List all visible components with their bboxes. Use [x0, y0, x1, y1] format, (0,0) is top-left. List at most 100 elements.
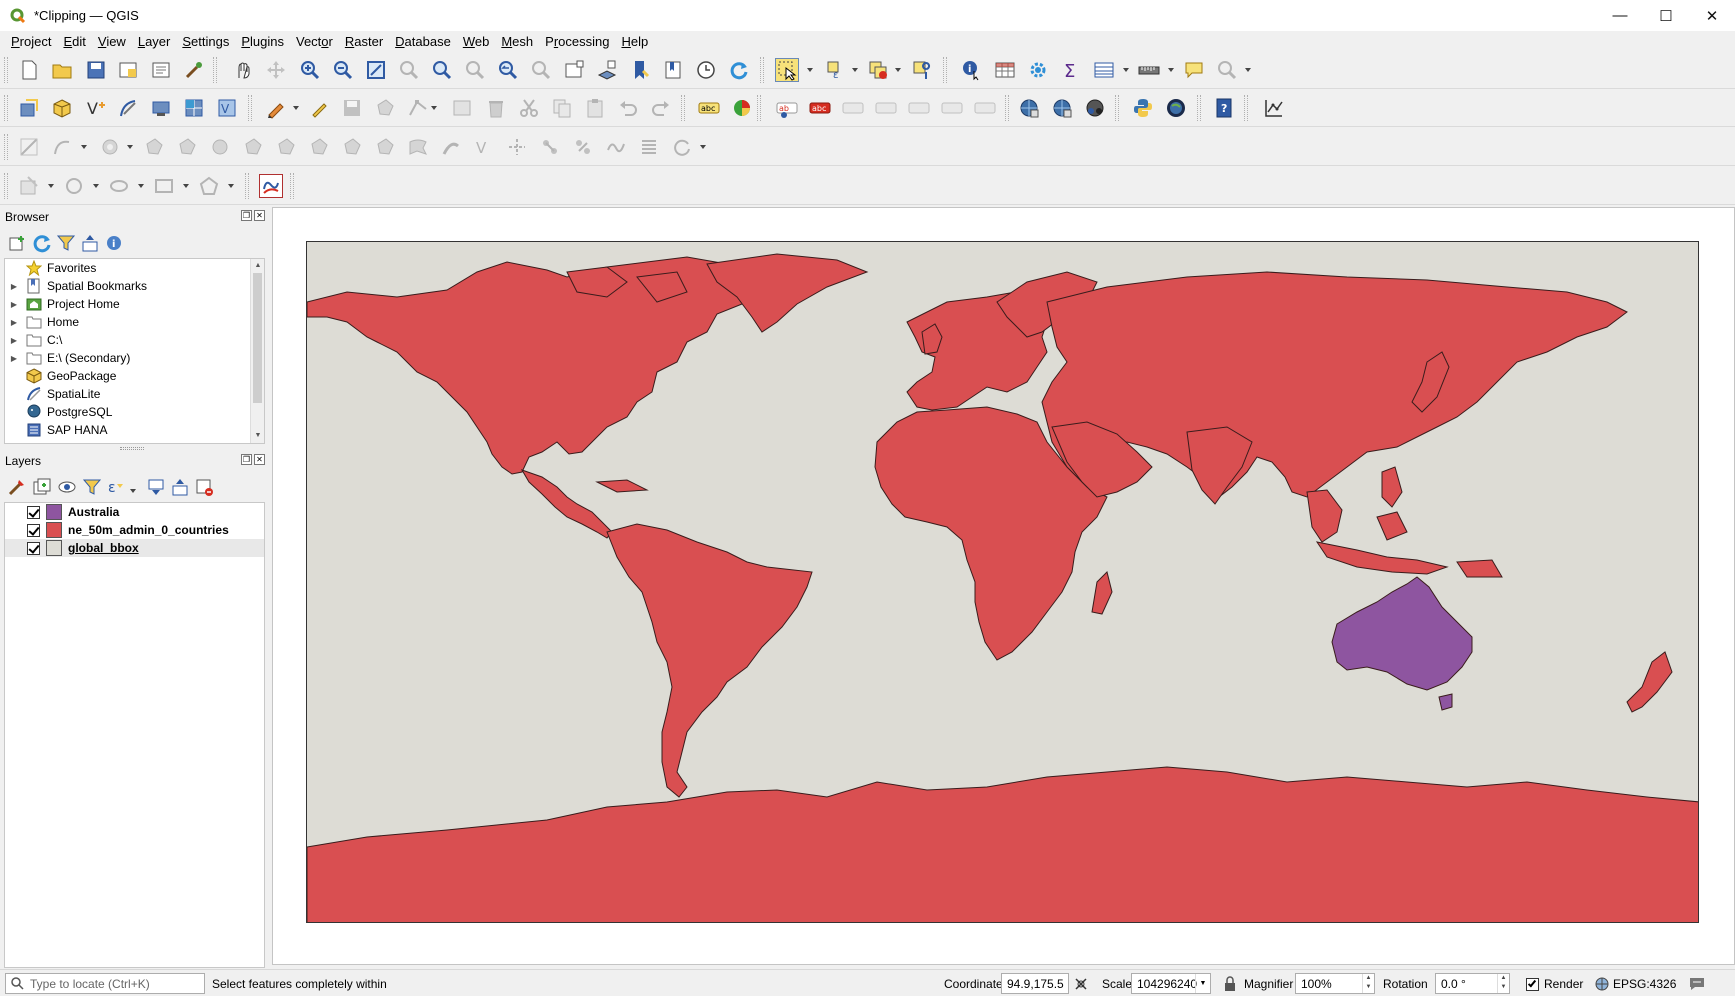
lock-scale-icon[interactable] — [1223, 975, 1237, 993]
add-selected-layers-icon[interactable] — [5, 231, 29, 255]
layer-visibility-checkbox[interactable] — [27, 541, 40, 555]
zoom-last-icon[interactable] — [496, 58, 520, 82]
layer-item-australia[interactable]: Australia — [5, 503, 264, 521]
close-button[interactable]: ✕ — [1689, 0, 1735, 31]
new-temporary-layer-icon[interactable] — [116, 96, 140, 120]
vertex-tool-icon[interactable] — [406, 96, 430, 120]
menu-project[interactable]: Project — [5, 34, 57, 49]
add-ring-icon[interactable] — [98, 135, 122, 159]
filter-browser-icon[interactable] — [54, 231, 78, 255]
help-contents-icon[interactable]: ? — [1212, 96, 1236, 120]
toolbar-grip[interactable] — [4, 57, 8, 83]
data-source-manager-icon[interactable] — [17, 96, 41, 120]
layer-item-countries[interactable]: ne_50m_admin_0_countries — [5, 521, 264, 539]
layer-labeling-options-icon[interactable]: abc — [697, 96, 721, 120]
new-bookmark-icon[interactable] — [628, 58, 652, 82]
toolbar-grip[interactable] — [1244, 95, 1248, 121]
ellipse-dropdown-arrow[interactable] — [138, 184, 144, 188]
scale-combobox[interactable]: 104296240 ▼ — [1131, 973, 1211, 994]
rotate-point-symbols-icon[interactable]: V — [472, 135, 496, 159]
identify-features-icon[interactable]: i — [960, 58, 984, 82]
expand-arrow-icon[interactable]: ▶ — [8, 282, 20, 291]
layer-diagram-options-icon[interactable] — [730, 96, 754, 120]
add-polygon-feature-icon[interactable] — [373, 96, 397, 120]
add-wcs-layer-icon[interactable] — [1050, 96, 1074, 120]
rotate-feature-icon[interactable] — [670, 135, 694, 159]
menu-raster[interactable]: Raster — [339, 34, 389, 49]
show-bookmarks-icon[interactable] — [661, 58, 685, 82]
rotate-label-icon[interactable] — [940, 96, 964, 120]
current-edits-dropdown-arrow[interactable] — [293, 106, 299, 110]
zoom-to-selection-icon[interactable] — [397, 58, 421, 82]
properties-info-icon[interactable]: i — [102, 231, 126, 255]
plugin-curve-icon[interactable] — [259, 174, 283, 198]
digitize-curve-icon[interactable] — [50, 135, 74, 159]
merge-features-icon[interactable] — [406, 135, 430, 159]
browser-item-c-drive[interactable]: ▶ C:\ — [5, 331, 62, 349]
toolbar-grip[interactable] — [4, 173, 8, 199]
deselect-all-icon[interactable] — [866, 58, 890, 82]
undock-panel-button[interactable]: ❐ — [241, 210, 252, 221]
menu-vector[interactable]: Vector — [290, 34, 339, 49]
toolbar-grip[interactable] — [290, 173, 294, 199]
ring-dropdown-arrow[interactable] — [127, 145, 133, 149]
select-by-value-dropdown-arrow[interactable] — [852, 68, 858, 72]
crs-button[interactable]: EPSG:4326 — [1595, 975, 1676, 993]
new-project-icon[interactable] — [17, 58, 41, 82]
scroll-down-arrow-icon[interactable]: ▼ — [251, 429, 264, 443]
collapse-all-icon[interactable] — [78, 231, 102, 255]
toolbar-grip[interactable] — [4, 134, 8, 160]
delete-ring-icon[interactable] — [208, 135, 232, 159]
magnifier-spinbox[interactable]: 100% ▲ ▼ — [1295, 973, 1375, 994]
zoom-native-icon[interactable] — [463, 58, 487, 82]
menu-mesh[interactable]: Mesh — [495, 34, 539, 49]
rotation-spinbox[interactable]: 0.0 ° ▲ ▼ — [1435, 973, 1510, 994]
menu-help[interactable]: Help — [615, 34, 654, 49]
measure-dropdown-arrow[interactable] — [1168, 68, 1174, 72]
save-project-icon[interactable] — [84, 58, 108, 82]
manage-map-themes-icon[interactable] — [55, 475, 79, 499]
filter-legend-icon[interactable] — [80, 475, 104, 499]
layout-manager-icon[interactable] — [149, 58, 173, 82]
fill-ring-icon[interactable] — [175, 135, 199, 159]
scrollbar-thumb[interactable] — [253, 273, 262, 403]
zoom-full-icon[interactable] — [364, 58, 388, 82]
new-print-layout-icon[interactable] — [116, 58, 140, 82]
attribute-options-dropdown-arrow[interactable] — [1123, 68, 1129, 72]
toolbar-grip[interactable] — [943, 57, 947, 83]
toggle-label-display-icon[interactable]: abc — [808, 96, 832, 120]
simplify-feature-icon[interactable] — [604, 135, 628, 159]
highlight-pinned-labels-icon[interactable]: ab — [775, 96, 799, 120]
global-bbox-polygon[interactable] — [306, 241, 1699, 923]
zoom-to-layer-icon[interactable] — [430, 58, 454, 82]
layer-symbol-swatch[interactable] — [46, 522, 62, 538]
shape-rectangle-icon[interactable] — [152, 174, 176, 198]
new-map-view-icon[interactable] — [562, 58, 586, 82]
refresh-browser-icon[interactable] — [30, 231, 54, 255]
add-part-icon[interactable] — [142, 135, 166, 159]
expand-arrow-icon[interactable]: ▶ — [8, 318, 20, 327]
browser-item-e-drive[interactable]: ▶ E:\ (Secondary) — [5, 349, 130, 367]
statistical-summary-icon[interactable]: Σ — [1059, 58, 1083, 82]
toolbar-grip[interactable] — [248, 95, 252, 121]
new-geopackage-layer-icon[interactable] — [50, 96, 74, 120]
toolbar-grip[interactable] — [245, 173, 249, 199]
locator-dropdown-arrow[interactable] — [1245, 68, 1251, 72]
deselect-dropdown-arrow[interactable] — [895, 68, 901, 72]
toolbar-grip[interactable] — [213, 57, 217, 83]
zoom-next-icon[interactable] — [529, 58, 553, 82]
refresh-icon[interactable] — [727, 58, 751, 82]
align-features-icon[interactable] — [637, 135, 661, 159]
trim-extend-icon[interactable] — [538, 135, 562, 159]
minimize-button[interactable]: — — [1597, 0, 1643, 31]
attribute-table-options-icon[interactable] — [1092, 58, 1116, 82]
reshape-features-icon[interactable] — [274, 135, 298, 159]
toolbar-grip[interactable] — [4, 95, 8, 121]
snapping-dropdown-arrow[interactable] — [48, 184, 54, 188]
messages-icon[interactable] — [1688, 975, 1706, 993]
menu-database[interactable]: Database — [389, 34, 457, 49]
toolbar-grip[interactable] — [760, 57, 764, 83]
show-hide-labels-icon[interactable] — [874, 96, 898, 120]
save-layer-edits-icon[interactable] — [340, 96, 364, 120]
metasearch-icon[interactable] — [1164, 96, 1188, 120]
